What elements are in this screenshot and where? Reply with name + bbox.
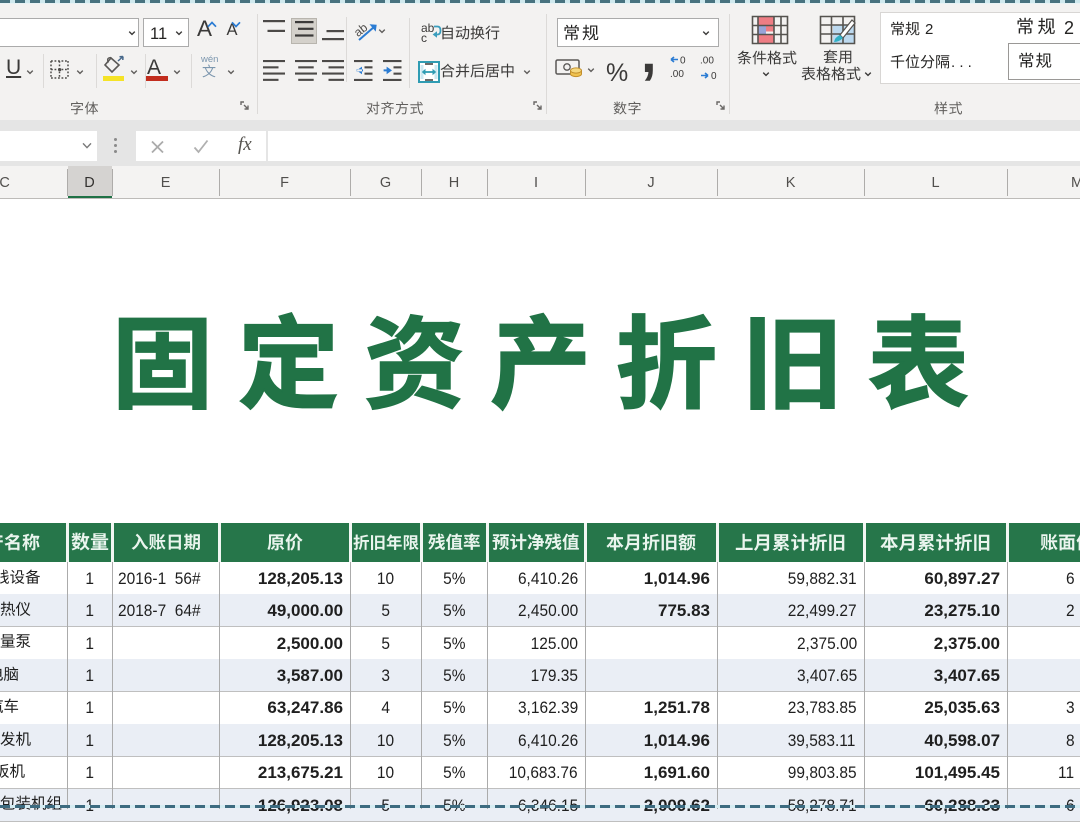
svg-text:0: 0 <box>680 56 686 67</box>
svg-text:.00: .00 <box>700 56 714 67</box>
svg-text:0: 0 <box>711 71 717 81</box>
svg-text:.00: .00 <box>670 69 684 80</box>
